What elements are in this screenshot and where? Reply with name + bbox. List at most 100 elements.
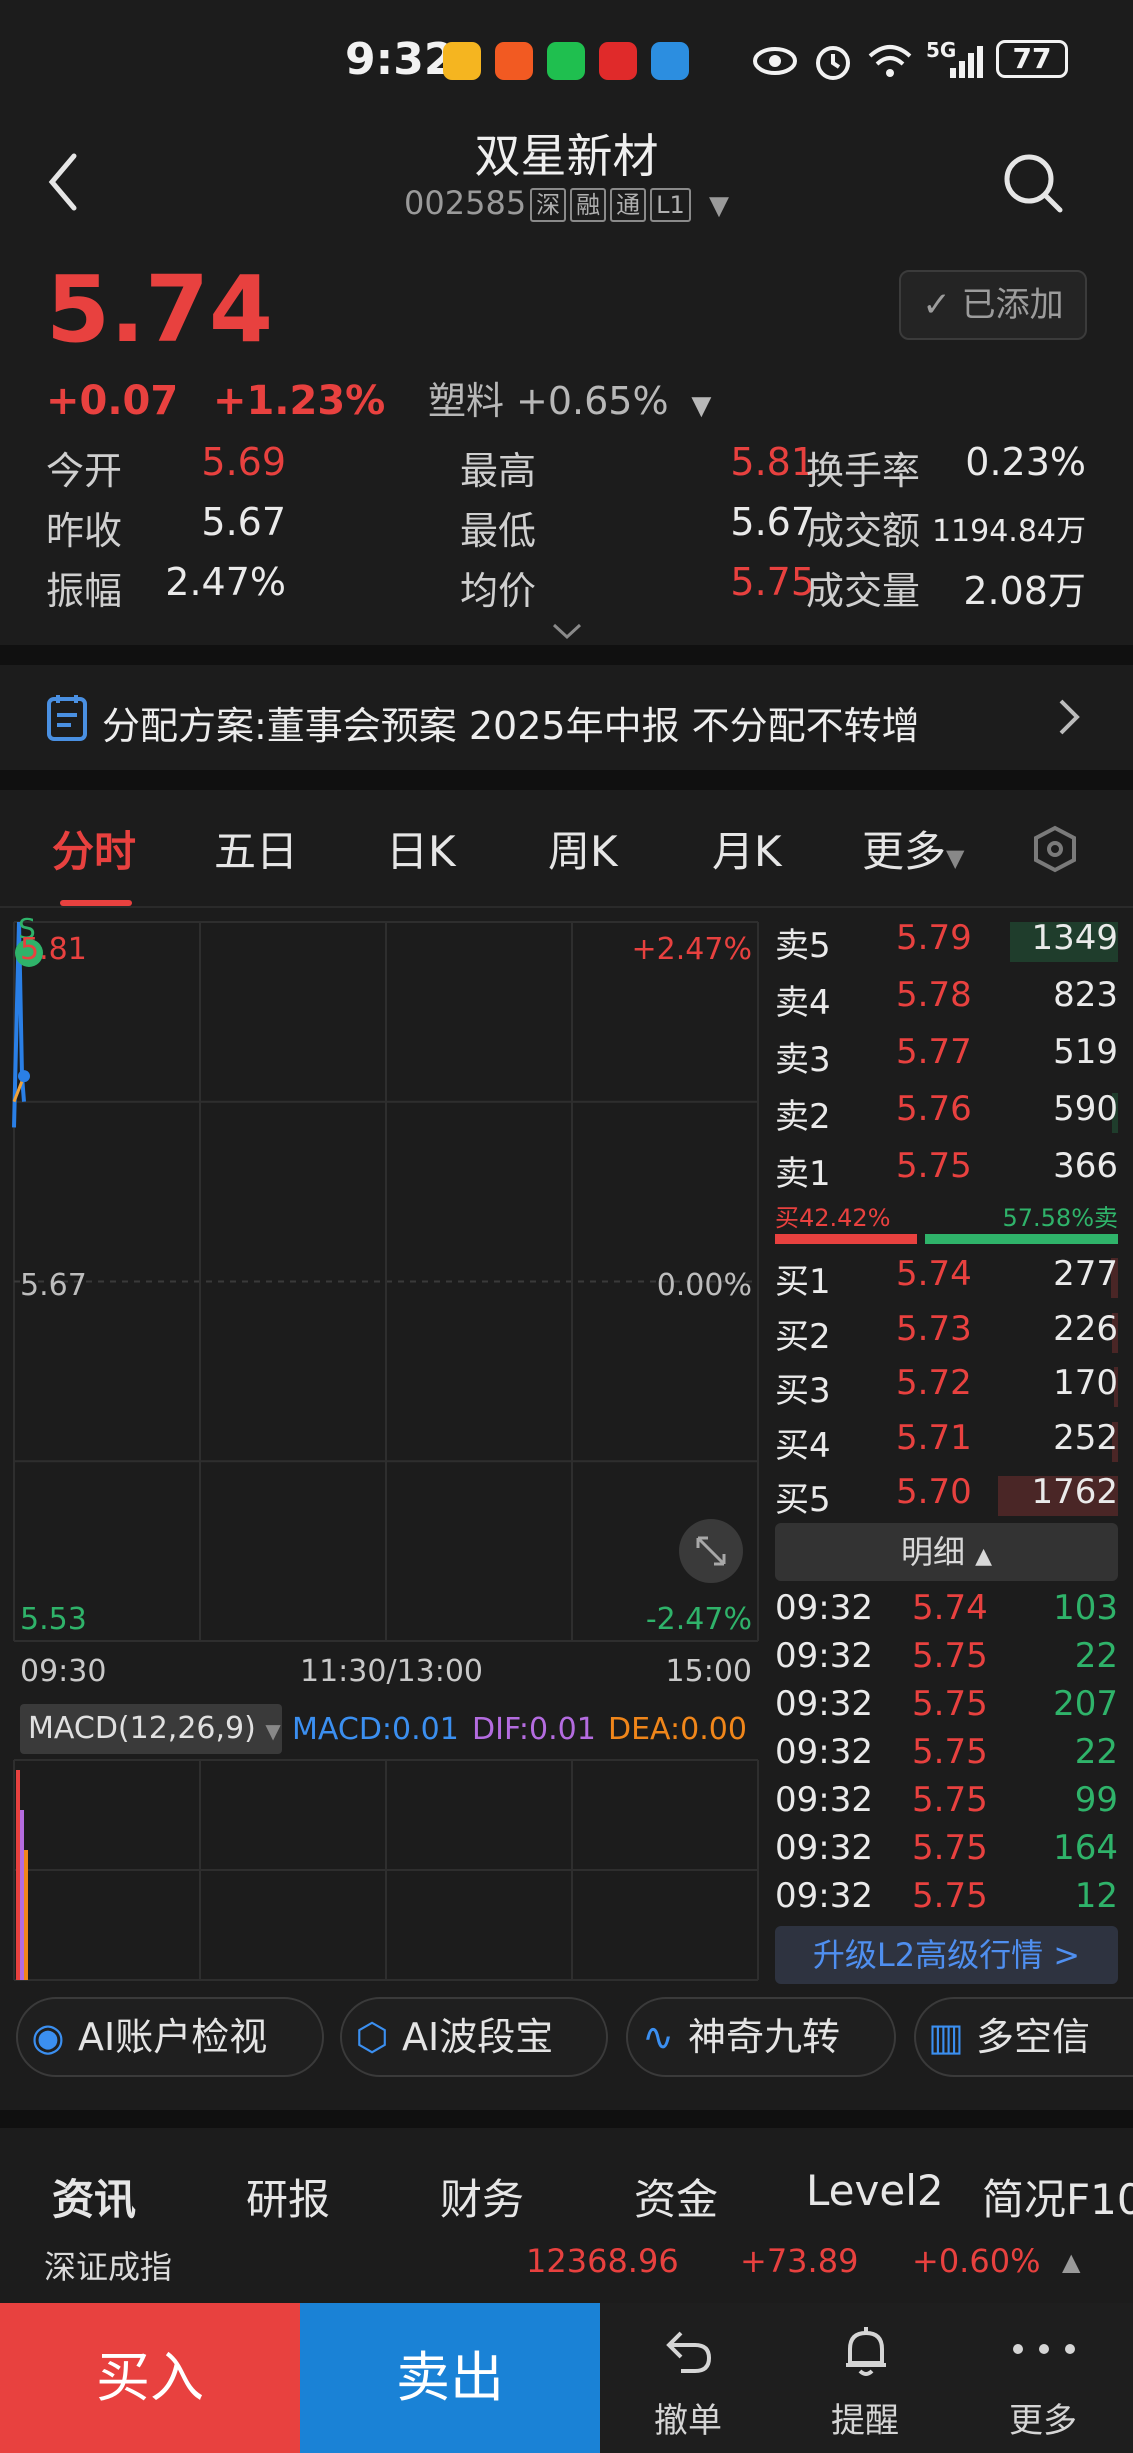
- current-price: 5.74: [46, 256, 273, 363]
- tick-price: 5.74: [912, 1588, 988, 1628]
- ask-label: 卖2: [775, 1097, 831, 1137]
- news-app-icon: [495, 42, 533, 80]
- pct-label-mid: 0.00%: [656, 1268, 752, 1303]
- tab-level2[interactable]: Level2: [806, 2166, 944, 2215]
- caret-down-icon: ▼: [691, 391, 712, 421]
- tick-price: 5.75: [912, 1636, 988, 1676]
- tick-time: 09:32: [775, 1636, 873, 1676]
- sector-change[interactable]: 塑料 +0.65%: [428, 379, 669, 423]
- tab-daily-k[interactable]: 日K: [386, 818, 456, 879]
- x-label-midday: 11:30/13:00: [300, 1654, 484, 1689]
- bid-price: 5.74: [896, 1254, 972, 1294]
- ask-label: 卖4: [775, 983, 831, 1023]
- eye-scan-icon: ◉: [31, 2015, 65, 2059]
- magic-nine-button[interactable]: ∿ 神奇九转: [626, 1997, 896, 2077]
- ask-price: 5.75: [896, 1146, 972, 1186]
- more-button[interactable]: 更多: [958, 2303, 1128, 2453]
- x-label-close: 15:00: [665, 1654, 752, 1689]
- dea-value: DEA:0.00: [608, 1712, 747, 1747]
- notice-banner[interactable]: 分配方案:董事会预案 2025年中报 不分配不转增: [0, 665, 1133, 770]
- cube-icon: ⬡: [355, 2015, 389, 2059]
- stock-name: 双星新材: [474, 129, 659, 183]
- index-name[interactable]: 深证成指: [44, 2242, 172, 2288]
- tab-capital[interactable]: 资金: [634, 2166, 718, 2227]
- tab-more[interactable]: 更多▼: [862, 818, 964, 879]
- tick-time: 09:32: [775, 1588, 873, 1628]
- bid-vol: 170: [1053, 1363, 1118, 1403]
- status-bar: 9:32 5G 77: [0, 0, 1133, 120]
- bid-label: 买5: [775, 1480, 831, 1520]
- bid-price: 5.72: [896, 1363, 972, 1403]
- tab-five-day[interactable]: 五日: [214, 818, 298, 879]
- price-change-pct: +1.23%: [212, 378, 386, 424]
- bid-label: 买3: [775, 1371, 831, 1411]
- ask-vol: 366: [1053, 1146, 1118, 1186]
- wifi-icon: [868, 45, 912, 77]
- ask-label: 卖1: [775, 1154, 831, 1194]
- ai-wave-button[interactable]: ⬡ AI波段宝: [340, 1997, 608, 2077]
- tab-f10[interactable]: 简况F10: [982, 2166, 1133, 2227]
- more-dots-icon: [1013, 2344, 1075, 2354]
- buy-button[interactable]: 买入: [0, 2303, 300, 2453]
- index-change: +73.89: [740, 2242, 859, 2280]
- battery-indicator: 77: [996, 40, 1068, 78]
- undo-icon: [666, 2331, 712, 2373]
- alert-button[interactable]: 提醒: [780, 2303, 950, 2453]
- tab-monthly-k[interactable]: 月K: [712, 818, 782, 879]
- caret-up-icon: ▲: [975, 1544, 993, 1569]
- quote-value: 5.75: [730, 560, 815, 604]
- cancel-order-button[interactable]: 撤单: [603, 2303, 773, 2453]
- tick-price: 5.75: [912, 1732, 988, 1772]
- divider: [0, 645, 1133, 665]
- tick-vol: 99: [1074, 1780, 1118, 1820]
- macd-selector[interactable]: MACD(12,26,9) ▼: [20, 1704, 282, 1754]
- macd-bar: [16, 1770, 20, 1980]
- intraday-chart[interactable]: [0, 905, 760, 1985]
- tick-time: 09:32: [775, 1684, 873, 1724]
- tick-price: 5.75: [912, 1876, 988, 1916]
- fullscreen-icon[interactable]: [678, 1518, 744, 1584]
- stock-code-row[interactable]: 002585 深融通 L1 ▼: [0, 184, 1133, 222]
- ask-vol: 823: [1053, 975, 1118, 1015]
- quote-value: 1194.84万: [931, 514, 1086, 549]
- tick-price: 5.75: [912, 1828, 988, 1868]
- sell-pct-label: 57.58%卖: [1002, 1204, 1118, 1232]
- upgrade-l2-button[interactable]: 升级L2高级行情 >: [775, 1926, 1118, 1984]
- tick-vol: 207: [1053, 1684, 1118, 1724]
- caret-up-icon[interactable]: ▲: [1062, 2248, 1080, 2276]
- search-icon[interactable]: [1000, 150, 1066, 216]
- bid-label: 买4: [775, 1425, 831, 1466]
- tab-news[interactable]: 资讯: [52, 2166, 136, 2227]
- expand-chevron-icon[interactable]: [550, 620, 584, 642]
- change-row: +0.07 +1.23% 塑料 +0.65% ▼: [46, 370, 711, 425]
- sell-button[interactable]: 卖出: [300, 2303, 600, 2453]
- ask-vol: 519: [1053, 1032, 1118, 1072]
- tab-finance[interactable]: 财务: [440, 2166, 524, 2227]
- tab-research[interactable]: 研报: [246, 2166, 330, 2227]
- tick-vol: 103: [1053, 1588, 1118, 1628]
- ask-price: 5.79: [896, 918, 972, 958]
- caret-down-icon: ▼: [946, 844, 965, 872]
- ask-vol: 1349: [1031, 918, 1118, 958]
- added-watchlist-button[interactable]: ✓ 已添加: [899, 270, 1087, 340]
- bid-vol: 277: [1053, 1254, 1118, 1294]
- caret-down-icon: ▼: [708, 191, 729, 221]
- macd-value: MACD:0.01: [292, 1712, 459, 1747]
- detail-toggle[interactable]: 明细 ▲: [775, 1523, 1118, 1581]
- ask-price: 5.76: [896, 1089, 972, 1129]
- bid-price: 5.70: [896, 1472, 972, 1512]
- tick-vol: 22: [1074, 1732, 1118, 1772]
- ask-vol: 590: [1053, 1089, 1118, 1129]
- trend-icon: ∿: [642, 2015, 674, 2059]
- tick-vol: 12: [1074, 1876, 1118, 1916]
- tab-intraday[interactable]: 分时: [52, 818, 136, 879]
- quote-value: 5.81: [730, 440, 815, 484]
- ai-account-review-button[interactable]: ◉ AI账户检视: [16, 1997, 324, 2077]
- tab-weekly-k[interactable]: 周K: [548, 818, 618, 879]
- settings-hexagon-icon[interactable]: [1030, 824, 1080, 874]
- quote-value: 2.08万: [963, 569, 1086, 613]
- level-tag: L1: [650, 188, 691, 222]
- bull-bear-button[interactable]: ▥ 多空信: [914, 1997, 1133, 2077]
- bid-label: 买1: [775, 1262, 831, 1302]
- bell-icon: [846, 2327, 886, 2376]
